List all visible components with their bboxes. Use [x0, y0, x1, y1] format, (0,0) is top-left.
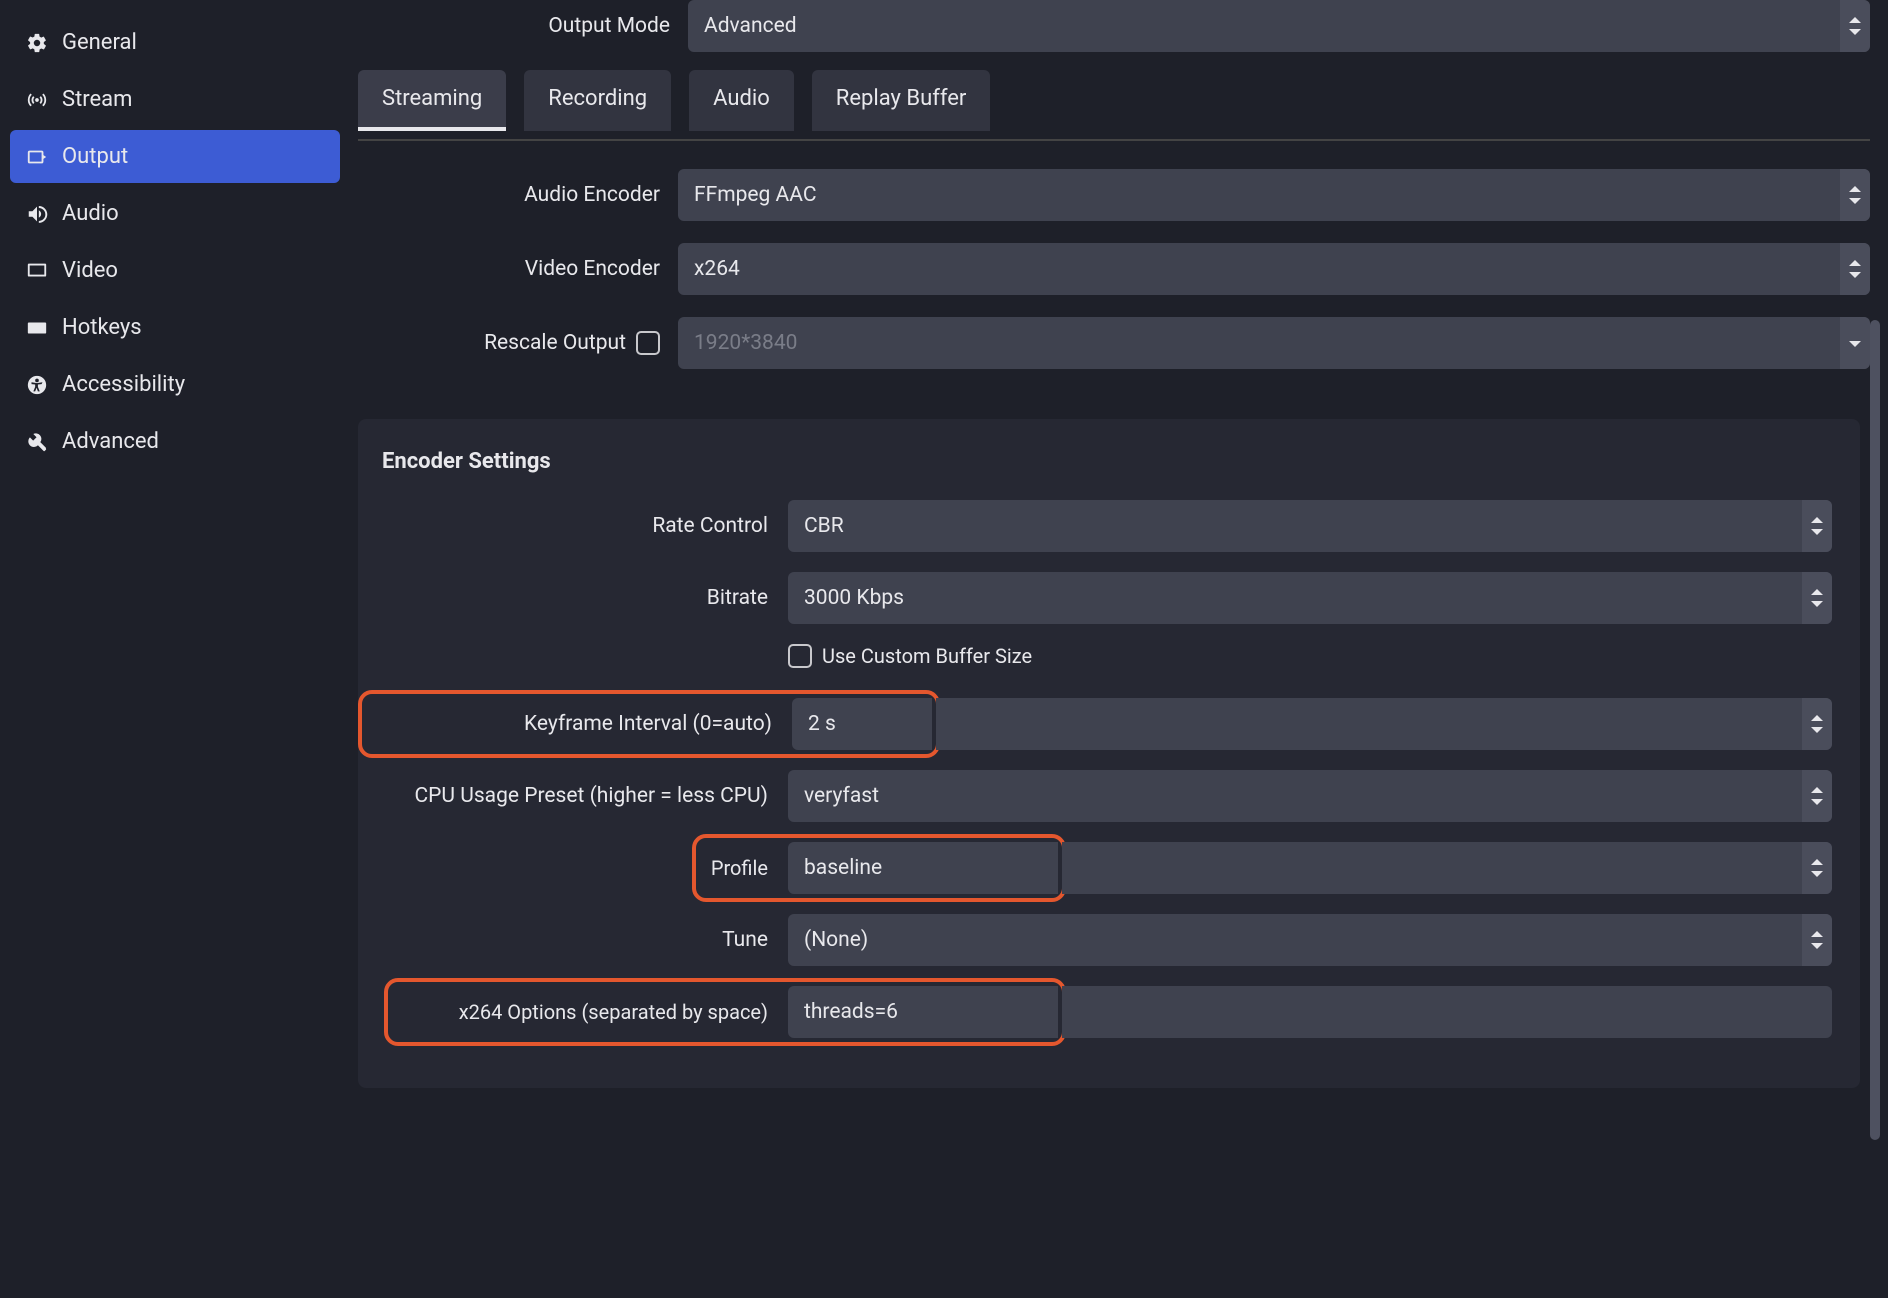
tab-replay-buffer[interactable]: Replay Buffer — [812, 70, 991, 131]
keyboard-icon — [26, 317, 62, 339]
tab-recording[interactable]: Recording — [524, 70, 671, 131]
settings-main: Output Mode Advanced Streaming Recording… — [350, 0, 1888, 1298]
keyframe-interval-spinner-value-edge: 2 s — [792, 698, 932, 750]
output-mode-value: Advanced — [704, 14, 797, 38]
sidebar-item-hotkeys[interactable]: Hotkeys — [10, 301, 340, 354]
video-encoder-label: Video Encoder — [358, 257, 678, 281]
highlight-x264-options: x264 Options (separated by space) thread… — [384, 978, 1066, 1046]
custom-buffer-label: Use Custom Buffer Size — [822, 644, 1032, 668]
sidebar-item-label: General — [62, 30, 137, 55]
bitrate-label: Bitrate — [358, 586, 788, 610]
highlight-keyframe: Keyframe Interval (0=auto) 2 s — [358, 690, 940, 758]
profile-select-value-edge: baseline — [788, 842, 1058, 894]
accessibility-icon — [26, 374, 62, 396]
gear-icon — [26, 32, 62, 54]
tools-icon — [26, 431, 62, 453]
audio-encoder-value: FFmpeg AAC — [694, 183, 817, 207]
audio-encoder-label: Audio Encoder — [358, 183, 678, 207]
encoder-settings-panel: Encoder Settings Rate Control CBR Bitrat… — [358, 419, 1860, 1088]
bitrate-value: 3000 Kbps — [804, 586, 904, 610]
output-tabs: Streaming Recording Audio Replay Buffer — [358, 70, 1888, 131]
cpu-preset-label: CPU Usage Preset (higher = less CPU) — [358, 784, 788, 808]
keyframe-interval-spinner[interactable] — [936, 698, 1832, 750]
scrollbar[interactable] — [1870, 320, 1884, 1270]
sidebar-item-advanced[interactable]: Advanced — [10, 415, 340, 468]
sidebar-item-label: Output — [62, 144, 128, 169]
settings-sidebar: General Stream Output Audio Video Hotkey… — [0, 0, 350, 1298]
cpu-preset-value: veryfast — [804, 784, 879, 808]
sidebar-item-label: Stream — [62, 87, 132, 112]
tune-select[interactable]: (None) — [788, 914, 1832, 966]
rate-control-value: CBR — [804, 514, 844, 538]
keyframe-interval-value: 2 s — [808, 712, 836, 736]
x264-options-value: threads=6 — [804, 1000, 898, 1024]
tune-label: Tune — [358, 928, 788, 952]
output-mode-select[interactable]: Advanced — [688, 0, 1870, 52]
sidebar-item-output[interactable]: Output — [10, 130, 340, 183]
sidebar-item-general[interactable]: General — [10, 16, 340, 69]
speaker-icon — [26, 203, 62, 225]
rescale-output-select[interactable]: 1920*3840 — [678, 317, 1870, 369]
antenna-icon — [26, 89, 62, 111]
scrollbar-thumb[interactable] — [1870, 320, 1880, 1140]
sidebar-item-video[interactable]: Video — [10, 244, 340, 297]
tab-label: Recording — [548, 86, 647, 111]
tab-audio[interactable]: Audio — [689, 70, 794, 131]
output-icon — [26, 146, 62, 168]
select-stepper-icon — [1802, 500, 1832, 552]
rescale-output-label: Rescale Output — [358, 331, 678, 355]
rate-control-label: Rate Control — [358, 514, 788, 538]
sidebar-item-label: Hotkeys — [62, 315, 142, 340]
chevron-down-icon — [1840, 317, 1870, 369]
profile-label: Profile — [700, 856, 788, 880]
sidebar-item-label: Video — [62, 258, 118, 283]
cpu-preset-select[interactable]: veryfast — [788, 770, 1832, 822]
tab-streaming[interactable]: Streaming — [358, 70, 506, 131]
profile-select[interactable] — [1062, 842, 1832, 894]
monitor-icon — [26, 260, 62, 282]
select-stepper-icon — [1802, 842, 1832, 894]
rescale-output-placeholder: 1920*3840 — [694, 331, 797, 355]
video-encoder-select[interactable]: x264 — [678, 243, 1870, 295]
select-stepper-icon — [1802, 914, 1832, 966]
select-stepper-icon — [1802, 770, 1832, 822]
rate-control-select[interactable]: CBR — [788, 500, 1832, 552]
output-mode-label: Output Mode — [358, 14, 688, 38]
encoder-settings-title: Encoder Settings — [358, 443, 1860, 500]
sidebar-item-stream[interactable]: Stream — [10, 73, 340, 126]
select-stepper-icon — [1840, 0, 1870, 52]
sidebar-item-accessibility[interactable]: Accessibility — [10, 358, 340, 411]
rescale-output-checkbox[interactable] — [636, 331, 660, 355]
spinner-stepper-icon — [1802, 698, 1832, 750]
video-encoder-value: x264 — [694, 257, 740, 281]
spinner-stepper-icon — [1802, 572, 1832, 624]
sidebar-item-label: Advanced — [62, 429, 159, 454]
select-stepper-icon — [1840, 243, 1870, 295]
tab-label: Audio — [713, 86, 770, 111]
x264-options-input-value-edge: threads=6 — [788, 986, 1058, 1038]
x264-options-label: x264 Options (separated by space) — [392, 1000, 788, 1024]
tune-value: (None) — [804, 928, 868, 952]
keyframe-interval-label: Keyframe Interval (0=auto) — [366, 712, 792, 736]
x264-options-input[interactable] — [1062, 986, 1832, 1038]
sidebar-item-label: Audio — [62, 201, 119, 226]
audio-encoder-select[interactable]: FFmpeg AAC — [678, 169, 1870, 221]
tab-label: Replay Buffer — [836, 86, 967, 111]
sidebar-item-label: Accessibility — [62, 372, 185, 397]
select-stepper-icon — [1840, 169, 1870, 221]
custom-buffer-checkbox[interactable] — [788, 644, 812, 668]
profile-value: baseline — [804, 856, 882, 880]
bitrate-spinner[interactable]: 3000 Kbps — [788, 572, 1832, 624]
highlight-profile: Profile baseline — [692, 834, 1066, 902]
sidebar-item-audio[interactable]: Audio — [10, 187, 340, 240]
tab-label: Streaming — [382, 86, 482, 111]
